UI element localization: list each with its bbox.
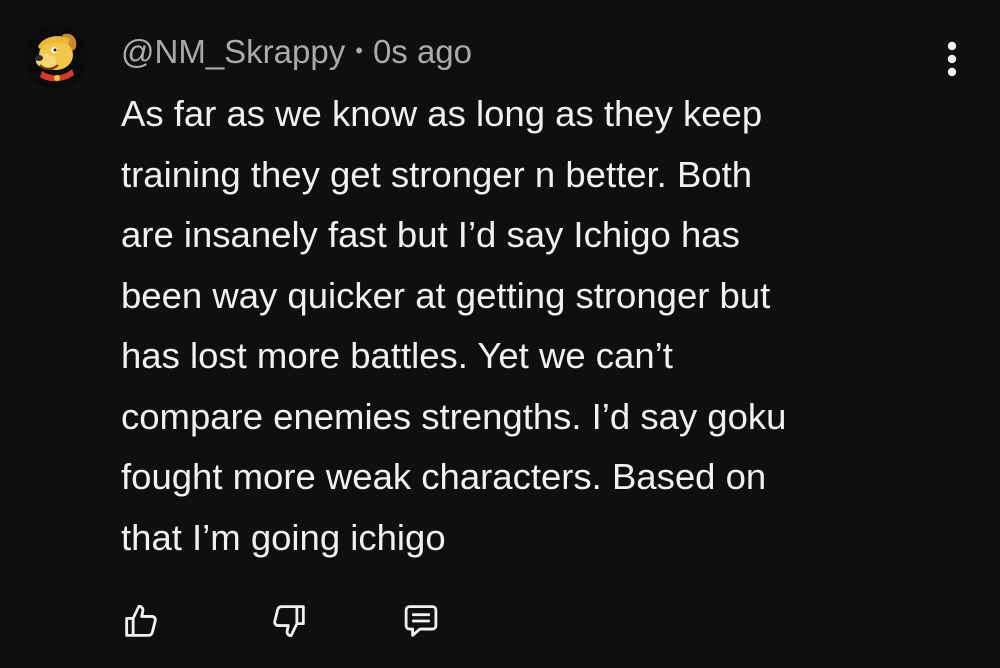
comment-body: As far as we know as long as they keep t… [121, 84, 961, 568]
comment-body-line: been way quicker at getting stronger but [121, 274, 771, 316]
comment-body-line: compare enemies strengths. I’d say goku [121, 395, 787, 437]
comment-item: @NM_Skrappy • 0s ago As far as we know a… [0, 0, 1000, 668]
thumbs-up-icon [125, 604, 157, 637]
comment-body-line: that I’m going ichigo [121, 516, 446, 558]
reply-button[interactable] [398, 598, 444, 644]
comment-body-line: fought more weak characters. Based on [121, 456, 767, 497]
comment-body-line: are insanely fast but I’d say Ichigo has [121, 214, 740, 255]
more-options-button[interactable] [930, 38, 974, 82]
like-button[interactable] [118, 598, 164, 644]
comment-body-line: has lost more battles. Yet we can’t [121, 335, 673, 376]
avatar[interactable] [24, 25, 88, 89]
comment-timestamp: 0s ago [372, 33, 473, 70]
meta-separator: • [355, 38, 363, 63]
comment-meta: @NM_Skrappy • 0s ago [121, 30, 472, 74]
cartoon-dog-avatar-icon [24, 25, 88, 89]
thumbs-down-icon [273, 605, 305, 638]
comment-body-line: As far as we know as long as they keep [121, 93, 763, 134]
vertical-ellipsis-icon [947, 41, 957, 77]
reply-comment-icon [404, 605, 438, 637]
comment-body-line: training they get stronger n better. Bot… [121, 153, 753, 195]
dislike-button[interactable] [266, 598, 312, 644]
author-name[interactable]: @NM_Skrappy [121, 33, 345, 71]
